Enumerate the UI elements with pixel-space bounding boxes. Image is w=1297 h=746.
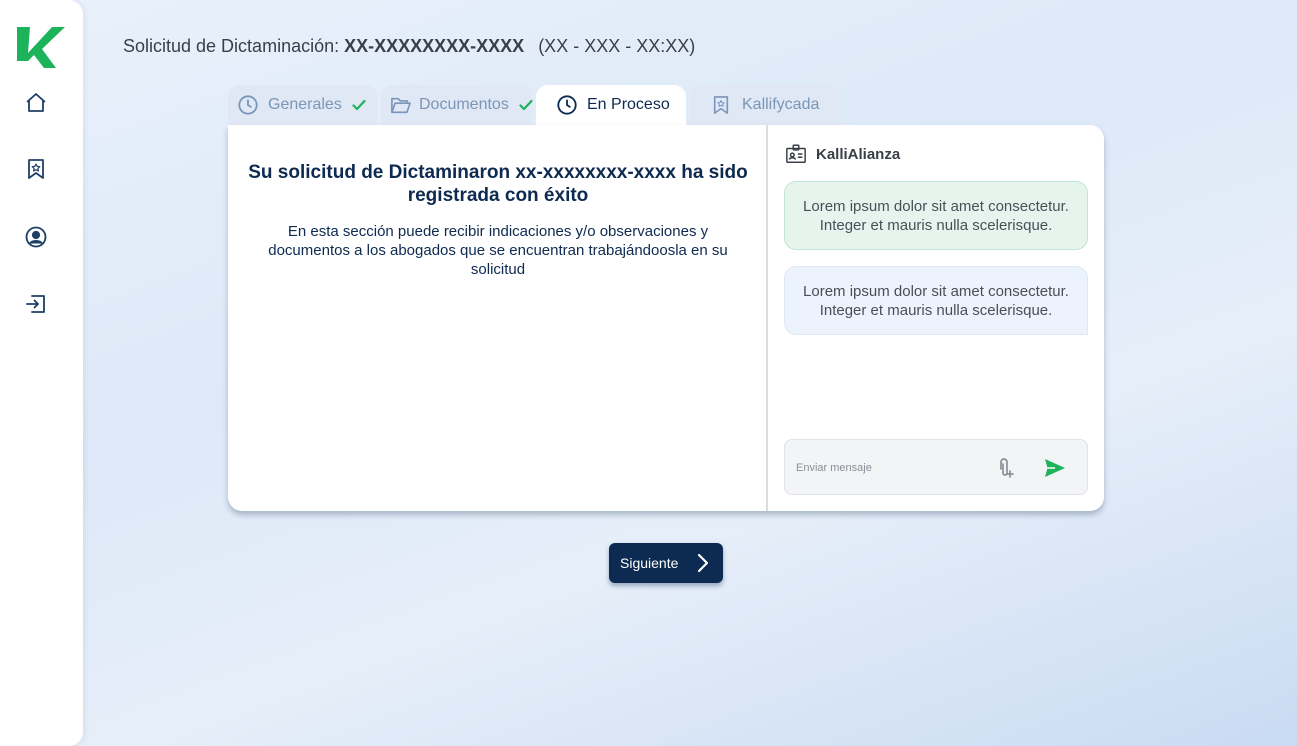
message-input[interactable]	[796, 458, 976, 478]
sidebar	[0, 0, 83, 746]
page-title: Solicitud de Dictaminación: XX-XXXXXXXX-…	[123, 36, 695, 57]
chat-message-received: Lorem ipsum dolor sit amet consectetur. …	[784, 266, 1088, 335]
check-icon	[519, 99, 533, 111]
logout-icon[interactable]	[24, 292, 48, 316]
tab-en-proceso[interactable]: En Proceso	[536, 85, 686, 125]
kalli-logo	[17, 27, 65, 68]
attach-file-icon[interactable]	[993, 456, 1017, 480]
tab-generales[interactable]: Generales	[228, 85, 377, 125]
tab-kallifycada[interactable]: Kallifycada	[690, 85, 840, 125]
bookmark-star-icon[interactable]	[24, 157, 48, 181]
id-card-icon	[786, 144, 806, 163]
folder-open-icon	[391, 97, 411, 114]
request-code: XX-XXXXXXXX-XXXX	[344, 36, 525, 56]
user-circle-icon[interactable]	[24, 225, 48, 249]
status-description: En esta sección puede recibir indicacion…	[268, 223, 728, 278]
message-text: Lorem ipsum dolor sit amet consectetur. …	[803, 197, 1069, 234]
chat-title: KalliAlianza	[816, 145, 901, 163]
title-prefix: Solicitud de Dictaminación:	[123, 36, 345, 56]
clock-icon	[557, 95, 577, 115]
next-button[interactable]: Siguiente	[609, 543, 723, 583]
message-text: Lorem ipsum dolor sit amet consectetur. …	[803, 282, 1069, 319]
tab-documentos[interactable]: Documentos	[381, 85, 533, 125]
chat-message-sent: Lorem ipsum dolor sit amet consectetur. …	[784, 181, 1088, 250]
chat-header: KalliAlianza	[785, 143, 900, 165]
content-card: Su solicitud de Dictaminaron xx-xxxxxxxx…	[228, 125, 1104, 511]
success-title: Su solicitud de Dictaminaron xx-xxxxxxxx…	[248, 162, 748, 206]
request-time: (XX - XXX - XX:XX)	[538, 36, 696, 56]
clock-icon	[238, 95, 258, 115]
chevron-right-icon	[697, 553, 709, 573]
send-icon[interactable]	[1043, 457, 1067, 479]
bookmark-star-icon	[713, 96, 729, 114]
tab-label: Documentos	[419, 96, 509, 113]
home-icon[interactable]	[24, 91, 48, 115]
tab-label: Generales	[268, 96, 342, 113]
status-panel: Su solicitud de Dictaminaron xx-xxxxxxxx…	[228, 125, 768, 511]
next-button-label: Siguiente	[620, 555, 679, 571]
tab-label: En Proceso	[587, 96, 670, 113]
message-composer	[784, 439, 1088, 495]
tab-label: Kallifycada	[742, 96, 820, 113]
check-icon	[352, 99, 366, 111]
